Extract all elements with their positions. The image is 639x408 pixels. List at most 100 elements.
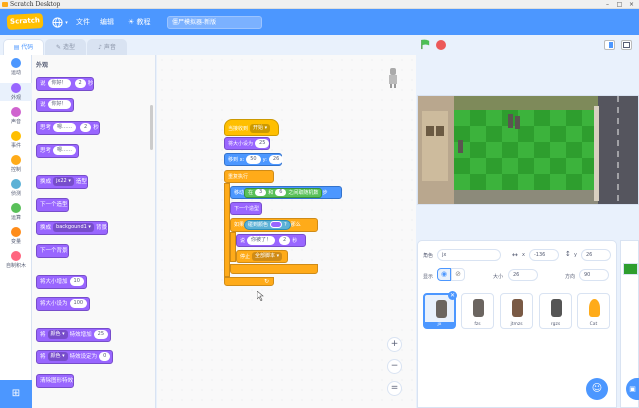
file-menu[interactable]: 文件 bbox=[76, 16, 90, 28]
block-input[interactable]: 25 bbox=[93, 330, 109, 339]
category-sound[interactable]: 声音 bbox=[0, 107, 32, 125]
effect-dropdown[interactable]: 颜色 ▾ bbox=[47, 352, 68, 361]
sprite-thumbnail-jtmzs[interactable]: jtmzs bbox=[500, 293, 533, 329]
category-label: 控制 bbox=[10, 167, 21, 173]
block-input[interactable]: 你好！ bbox=[47, 100, 71, 109]
set-size-block[interactable]: 将大小设为 25 bbox=[224, 137, 270, 150]
tab-sounds[interactable]: ♪ 声音 bbox=[87, 39, 127, 55]
block-input[interactable]: 嗯…… bbox=[53, 146, 77, 155]
category-motion[interactable]: 运动 bbox=[0, 58, 32, 76]
tab-costumes[interactable]: ✎ 造型 bbox=[45, 39, 86, 55]
fullscreen-button[interactable] bbox=[621, 40, 632, 50]
zoom-reset-button[interactable]: = bbox=[387, 381, 402, 396]
close-button[interactable]: × bbox=[628, 1, 635, 8]
palette-block-set-effect[interactable]: 将颜色 ▾ 特效设定为 0 bbox=[36, 350, 114, 364]
y-position-input[interactable]: 26 bbox=[581, 249, 611, 261]
block-input[interactable]: 嗯…… bbox=[53, 123, 77, 132]
stop-block[interactable]: 停止 全部脚本 ▾ bbox=[236, 250, 288, 263]
sprite-thumbnail-fzs[interactable]: fzs bbox=[461, 293, 494, 329]
block-text: 那么 bbox=[290, 222, 301, 228]
category-variables[interactable]: 变量 bbox=[0, 227, 32, 245]
delete-sprite-button[interactable]: ✕ bbox=[448, 291, 457, 300]
say-for-secs-block[interactable]: 说你被了！ 2 秒 bbox=[236, 234, 306, 247]
category-looks[interactable]: 外观 bbox=[0, 83, 32, 101]
palette-scrollbar[interactable] bbox=[150, 105, 153, 150]
palette-block-think[interactable]: 思考 嗯…… bbox=[36, 144, 80, 158]
palette-block-think-for-secs[interactable]: 思考 嗯…… 2 秒 bbox=[36, 121, 100, 135]
block-input[interactable]: 6 bbox=[275, 189, 287, 196]
sprite-name-input[interactable]: jx bbox=[437, 249, 501, 261]
block-input[interactable]: 25 bbox=[255, 139, 270, 148]
code-icon: ▤ bbox=[13, 44, 20, 51]
tutorials-menu[interactable]: ☀ 教程 bbox=[128, 16, 151, 28]
when-receive-hat-block[interactable]: 当接收到 开始 ▾ bbox=[224, 119, 279, 136]
go-to-xy-block[interactable]: 移到 x: 50 y: 26 bbox=[224, 153, 284, 166]
block-text: 将大小设为 bbox=[40, 301, 68, 307]
show-sprite-button[interactable]: ◉ bbox=[437, 268, 451, 281]
zoom-out-button[interactable]: − bbox=[387, 359, 402, 374]
palette-block-change-effect[interactable]: 将颜色 ▾ 特效增加 25 bbox=[36, 328, 112, 342]
costume-dropdown[interactable]: jx22 ▾ bbox=[53, 177, 74, 186]
block-input[interactable]: 50 bbox=[246, 155, 261, 164]
choose-sprite-button[interactable]: ☺ bbox=[586, 378, 608, 400]
stop-dropdown[interactable]: 全部脚本 ▾ bbox=[252, 252, 283, 261]
move-steps-block[interactable]: 移动在 3 和 6 之间取随机数步 bbox=[230, 186, 342, 199]
stop-button[interactable] bbox=[436, 40, 446, 50]
category-my-blocks[interactable]: 自制积木 bbox=[0, 251, 32, 269]
direction-input[interactable]: 90 bbox=[579, 269, 609, 281]
category-control[interactable]: 控制 bbox=[0, 155, 32, 173]
small-stage-icon bbox=[609, 42, 613, 48]
palette-block-change-size[interactable]: 将大小增加 10 bbox=[36, 275, 87, 289]
block-input[interactable]: 2 bbox=[80, 123, 92, 132]
color-swatch[interactable] bbox=[270, 221, 283, 228]
block-text: 当接收到 bbox=[228, 126, 249, 132]
project-title-input[interactable]: 僵尸模拟器-新版 bbox=[167, 16, 262, 29]
green-flag-button[interactable] bbox=[420, 39, 431, 52]
stage-canvas[interactable] bbox=[417, 95, 639, 205]
language-menu[interactable]: ▾ bbox=[52, 16, 68, 28]
block-input[interactable]: 3 bbox=[255, 189, 267, 196]
small-stage-button[interactable] bbox=[604, 40, 615, 50]
hide-sprite-button[interactable]: ⊘ bbox=[451, 268, 465, 281]
sprite-thumbnail-rgzs[interactable]: rgzs bbox=[539, 293, 572, 329]
block-input[interactable]: 100 bbox=[69, 299, 88, 308]
block-text: 碰到颜色 bbox=[248, 222, 269, 228]
next-costume-block[interactable]: 下一个造型 bbox=[230, 202, 262, 215]
block-input[interactable]: 2 bbox=[74, 79, 86, 88]
palette-block-say-for-secs[interactable]: 说你好！ 2 秒 bbox=[36, 77, 95, 91]
category-events[interactable]: 事件 bbox=[0, 131, 32, 149]
random-operator[interactable]: 在 3 和 6 之间取随机数 bbox=[244, 188, 323, 198]
forever-block[interactable]: 重复执行 bbox=[224, 170, 274, 183]
message-dropdown[interactable]: 开始 ▾ bbox=[250, 124, 271, 133]
palette-block-set-size[interactable]: 将大小设为 100 bbox=[36, 297, 91, 311]
palette-block-switch-costume[interactable]: 换成 jx22 ▾ 造型 bbox=[36, 175, 88, 189]
palette-block-say[interactable]: 说你好！ bbox=[36, 98, 74, 112]
size-input[interactable]: 26 bbox=[508, 269, 538, 281]
edit-menu[interactable]: 编辑 bbox=[100, 16, 114, 28]
palette-block-clear-effects[interactable]: 清除图形特效 bbox=[36, 374, 75, 388]
sprite-thumbnail-cat[interactable]: Cat bbox=[577, 293, 610, 329]
backdrop-dropdown[interactable]: backgound1 ▾ bbox=[53, 223, 94, 232]
add-extension-button[interactable]: ⊞ bbox=[0, 380, 32, 408]
scratch-logo[interactable]: Scratch bbox=[6, 13, 44, 30]
touching-color-block[interactable]: 碰到颜色? bbox=[244, 220, 291, 230]
zoom-in-button[interactable]: + bbox=[387, 337, 402, 352]
effect-dropdown[interactable]: 颜色 ▾ bbox=[47, 330, 68, 339]
if-then-block[interactable]: 如果 碰到颜色? 那么 bbox=[230, 218, 318, 232]
block-input[interactable]: 你好！ bbox=[47, 79, 71, 88]
block-input[interactable]: 10 bbox=[69, 277, 84, 286]
tab-code[interactable]: ▤ 代码 bbox=[3, 39, 44, 56]
block-text: 清除图形特效 bbox=[40, 378, 74, 384]
palette-block-next-costume[interactable]: 下一个造型 bbox=[36, 198, 69, 212]
palette-block-switch-backdrop[interactable]: 换成 backgound1 ▾ 背景 bbox=[36, 221, 108, 235]
block-input[interactable]: 0 bbox=[99, 352, 111, 361]
block-input[interactable]: 26 bbox=[268, 155, 284, 164]
maximize-button[interactable]: □ bbox=[616, 1, 623, 8]
palette-block-next-backdrop[interactable]: 下一个背景 bbox=[36, 244, 69, 258]
block-input[interactable]: 2 bbox=[279, 236, 291, 245]
category-sensing[interactable]: 侦测 bbox=[0, 179, 32, 197]
minimize-button[interactable]: – bbox=[604, 1, 611, 8]
x-position-input[interactable]: -136 bbox=[529, 249, 559, 261]
category-operators[interactable]: 运算 bbox=[0, 203, 32, 221]
block-input[interactable]: 你被了！ bbox=[247, 236, 276, 245]
